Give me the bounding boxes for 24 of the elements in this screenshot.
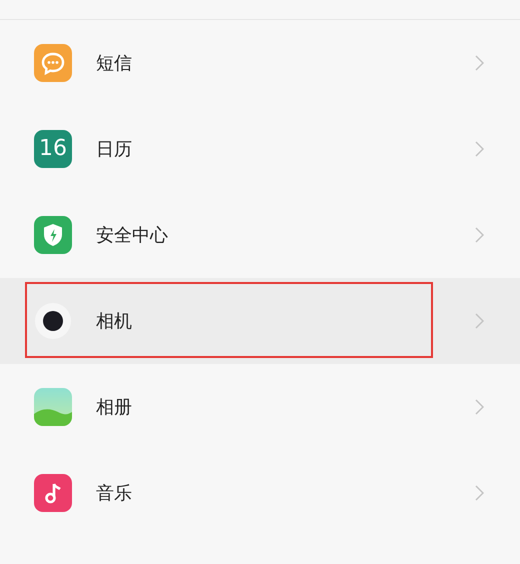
chevron-right-icon bbox=[475, 141, 484, 157]
app-row[interactable]: 16 日历 bbox=[0, 106, 520, 192]
app-label: 相册 bbox=[96, 396, 132, 420]
chat-bubble-icon bbox=[34, 44, 72, 82]
shield-icon bbox=[34, 216, 72, 254]
app-row[interactable]: 音乐 bbox=[0, 450, 520, 536]
camera-dot-icon bbox=[34, 302, 72, 340]
chevron-right-icon bbox=[475, 227, 484, 243]
app-row[interactable]: 安全中心 bbox=[0, 192, 520, 278]
app-row[interactable]: 短信 bbox=[0, 20, 520, 106]
app-label: 日历 bbox=[96, 138, 132, 162]
chevron-right-icon bbox=[475, 399, 484, 415]
app-label: 音乐 bbox=[96, 482, 132, 506]
app-row[interactable]: 相册 bbox=[0, 364, 520, 450]
landscape-icon bbox=[34, 388, 72, 426]
chevron-right-icon bbox=[475, 485, 484, 501]
app-label: 相机 bbox=[96, 310, 132, 334]
app-label: 短信 bbox=[96, 52, 132, 76]
app-label: 安全中心 bbox=[96, 224, 168, 248]
chevron-right-icon bbox=[475, 55, 484, 71]
music-note-icon bbox=[34, 474, 72, 512]
chevron-right-icon bbox=[475, 313, 484, 329]
app-row[interactable]: 相机 bbox=[0, 278, 520, 364]
calendar-icon: 16 bbox=[34, 130, 72, 168]
